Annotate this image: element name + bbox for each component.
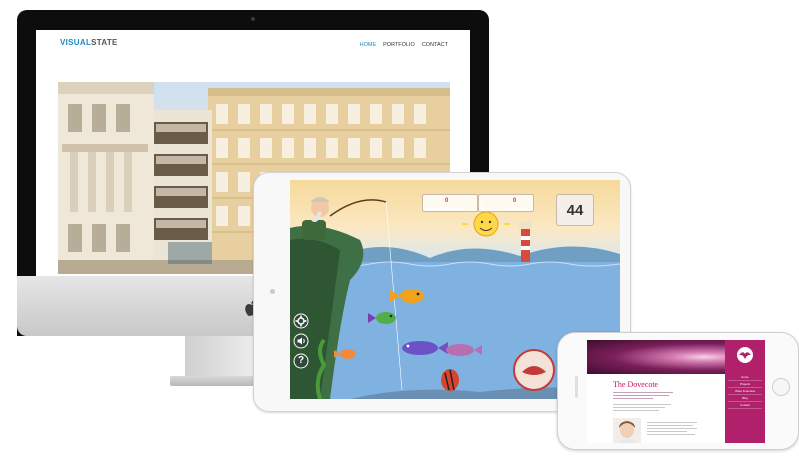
home-button[interactable] <box>772 378 790 396</box>
dove-logo-icon[interactable] <box>735 346 755 364</box>
score-panel-right: 0 <box>478 194 534 212</box>
camera <box>251 17 255 21</box>
nav-projects[interactable]: Projects <box>728 381 762 388</box>
page-title: The Dovecote <box>613 380 659 389</box>
intro-text <box>613 392 673 393</box>
nav-blog[interactable]: Blog <box>728 395 762 402</box>
nav-home[interactable]: HOME <box>360 42 377 48</box>
site-logo[interactable]: VISUALSTATE <box>60 38 118 47</box>
score-panel-left: 0 <box>422 194 478 212</box>
phone-speaker <box>575 376 578 398</box>
phone-website: The Dovecote Home Projects Video Footnot… <box>587 340 765 443</box>
nav-portfolio[interactable]: PORTFOLIO <box>383 42 415 48</box>
body-text <box>613 404 671 405</box>
portrait-image <box>613 418 641 443</box>
nav-video-footnotes[interactable]: Video Footnotes <box>728 388 762 395</box>
sidebar-nav: Home Projects Video Footnotes Blog Conta… <box>725 340 765 443</box>
gear-icon[interactable] <box>293 313 309 329</box>
main-nav: HOME PORTFOLIO CONTACT <box>360 42 448 48</box>
timer-display: 44 <box>556 194 594 226</box>
nav-contact[interactable]: CONTACT <box>422 42 448 48</box>
nav-contact[interactable]: Contact <box>728 402 762 409</box>
sound-icon[interactable] <box>293 333 309 349</box>
camera <box>270 289 275 294</box>
nav-home[interactable]: Home <box>728 374 762 381</box>
hero-banner <box>587 340 725 374</box>
help-icon[interactable]: ? <box>293 353 309 369</box>
